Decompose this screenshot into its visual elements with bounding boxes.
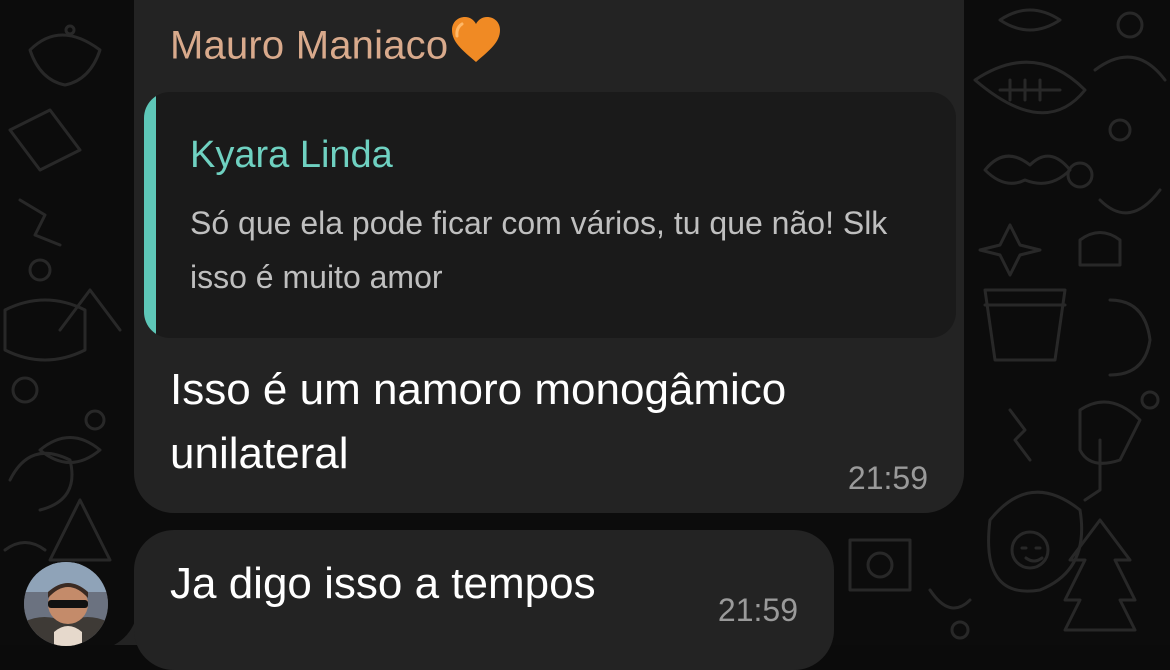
quote-text: Só que ela pode ficar com vários, tu que… [190, 205, 888, 295]
quote-accent-bar [144, 92, 156, 338]
message-timestamp: 21:59 [717, 592, 798, 628]
sender-name[interactable]: Mauro Maniaco [170, 17, 502, 74]
message-text: Ja digo isso a tempos [170, 559, 596, 608]
orange-heart-icon [450, 16, 502, 74]
message-text: Isso é um namoro monogâmico unilateral [170, 365, 787, 478]
quote-author: Kyara Linda [190, 134, 393, 176]
avatar-photo [24, 562, 108, 646]
message-timestamp: 21:59 [847, 460, 928, 496]
message-bubble[interactable]: Mauro Maniaco Kyara Linda Só que ela pod… [134, 0, 964, 513]
sender-name-label: Mauro Maniaco [170, 23, 449, 68]
user-avatar[interactable] [24, 562, 108, 646]
message-bubble[interactable]: Ja digo isso a tempos 21:59 [134, 530, 834, 670]
quoted-message[interactable]: Kyara Linda Só que ela pode ficar com vá… [144, 92, 956, 338]
